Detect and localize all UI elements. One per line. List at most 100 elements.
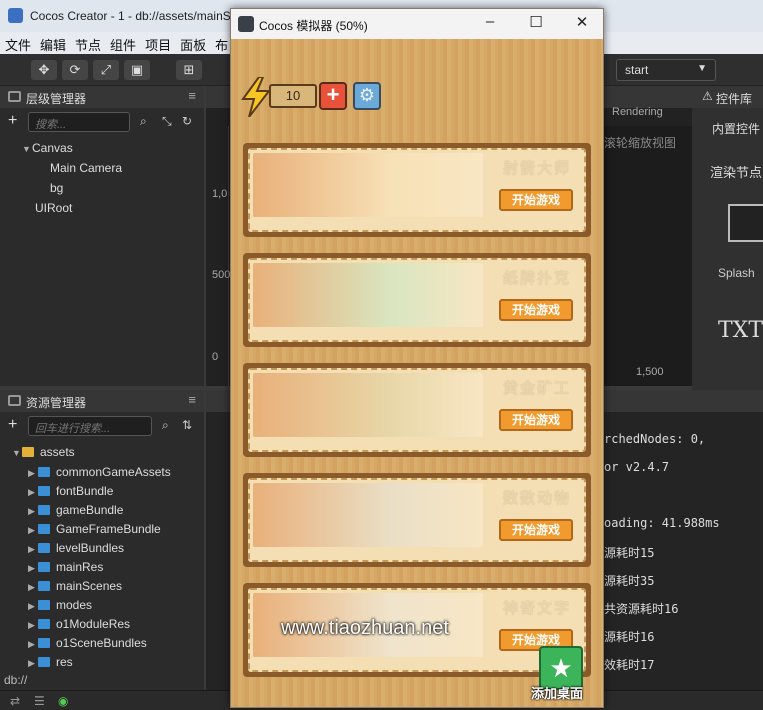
search-icon[interactable]: ⌕ bbox=[162, 418, 169, 433]
menu-layout[interactable]: 布 bbox=[210, 32, 232, 54]
splash-label: Splash bbox=[718, 266, 755, 280]
preview-status-icon: ◉ bbox=[58, 694, 69, 708]
console-line: or v2.4.7 bbox=[604, 460, 670, 474]
game-name: 黄金矿工 bbox=[502, 380, 571, 397]
folder-icon bbox=[38, 581, 50, 591]
game-card[interactable]: 纸牌扑克 开始游戏 bbox=[243, 253, 591, 347]
settings-gear-icon[interactable]: ⚙ bbox=[353, 82, 381, 110]
caret-right-icon: ▶ bbox=[28, 525, 35, 535]
asset-folder[interactable]: ▶ modes bbox=[28, 598, 92, 612]
sort-icon[interactable]: ⇅ bbox=[182, 418, 192, 432]
caret-right-icon: ▶ bbox=[28, 639, 35, 649]
game-thumbnail bbox=[253, 483, 483, 547]
start-game-button[interactable]: 开始游戏 bbox=[499, 409, 573, 431]
asset-folder[interactable]: ▶ o1SceneBundles bbox=[28, 636, 147, 650]
menu-panel[interactable]: 面板 bbox=[175, 32, 210, 54]
minimize-button[interactable]: – bbox=[475, 13, 505, 30]
widget-panel: ⚠ 控件库 内置控件 渲染节点 Splash TXT bbox=[692, 86, 763, 390]
asset-folder[interactable]: ▶ fontBundle bbox=[28, 484, 113, 498]
game-name: 射箭大师 bbox=[502, 160, 571, 177]
add-asset-icon[interactable]: + bbox=[8, 416, 17, 434]
asset-folder[interactable]: ▶ o1ModuleRes bbox=[28, 617, 130, 631]
menu-project[interactable]: 项目 bbox=[140, 32, 175, 54]
folder-icon bbox=[38, 619, 50, 629]
collapse-icon[interactable]: ⤡ bbox=[162, 114, 172, 129]
energy-count: 10 bbox=[269, 84, 317, 108]
pivot-tool-icon[interactable]: ⊞ bbox=[176, 60, 202, 80]
splash-icon[interactable] bbox=[728, 204, 763, 242]
game-card[interactable]: 射箭大师 开始游戏 bbox=[243, 143, 591, 237]
asset-folder[interactable]: ▶ res bbox=[28, 655, 73, 669]
rotate-tool-icon[interactable]: ⟳ bbox=[62, 60, 88, 80]
folder-icon bbox=[38, 562, 50, 572]
menu-icon[interactable]: ≡ bbox=[188, 88, 196, 103]
caret-right-icon: ▶ bbox=[28, 620, 35, 630]
asset-folder[interactable]: ▶ commonGameAssets bbox=[28, 465, 171, 479]
db-icon bbox=[22, 447, 34, 457]
game-view: 10 + ⚙ 射箭大师 开始游戏 纸牌扑克 开始游戏 黄金矿工 开始游戏 数数动物 开始游戏神… bbox=[231, 39, 603, 707]
start-scene-select[interactable]: start ▼ bbox=[616, 59, 716, 81]
game-name: 纸牌扑克 bbox=[502, 270, 571, 287]
lightning-icon bbox=[241, 77, 271, 117]
caret-right-icon: ▶ bbox=[28, 563, 35, 573]
asset-root[interactable]: ▼ assets bbox=[12, 445, 75, 459]
asset-folder[interactable]: ▶ GameFrameBundle bbox=[28, 522, 161, 536]
menu-edit[interactable]: 编辑 bbox=[35, 32, 70, 54]
zoom-hint: 滚轮缩放视图 bbox=[604, 136, 677, 150]
add-energy-button[interactable]: + bbox=[319, 82, 347, 110]
start-game-button[interactable]: 开始游戏 bbox=[499, 299, 573, 321]
rect-tool-icon[interactable]: ▣ bbox=[124, 60, 150, 80]
menu-node[interactable]: 节点 bbox=[70, 32, 105, 54]
tree-node-uiroot[interactable]: UIRoot bbox=[35, 201, 72, 215]
asset-folder[interactable]: ▶ mainRes bbox=[28, 560, 103, 574]
menu-file[interactable]: 文件 bbox=[0, 32, 35, 54]
tree-node-main-camera[interactable]: Main Camera bbox=[50, 161, 122, 175]
builtin-tab[interactable]: 内置控件 bbox=[712, 120, 760, 137]
console-line: 共资源耗时16 bbox=[604, 602, 679, 616]
game-thumbnail bbox=[253, 153, 483, 217]
console-line: oading: 41.988ms bbox=[604, 516, 720, 530]
menu-component[interactable]: 组件 bbox=[105, 32, 140, 54]
add-node-icon[interactable]: + bbox=[8, 112, 17, 130]
scale-tool-icon[interactable]: ⤢ bbox=[93, 60, 119, 80]
cocos-simulator-icon bbox=[238, 16, 254, 32]
folder-icon bbox=[38, 600, 50, 610]
sync-icon: ⇄ bbox=[10, 694, 21, 708]
start-game-button[interactable]: 开始游戏 bbox=[499, 189, 573, 211]
close-button[interactable]: ✕ bbox=[567, 13, 597, 31]
caret-right-icon: ▶ bbox=[28, 544, 35, 554]
y-label-2: 500 bbox=[212, 269, 231, 281]
rendering-label[interactable]: Rendering bbox=[612, 106, 663, 118]
menu-icon[interactable]: ≡ bbox=[188, 392, 196, 407]
caret-right-icon: ▶ bbox=[28, 487, 35, 497]
asset-folder[interactable]: ▶ gameBundle bbox=[28, 503, 123, 517]
txt-label[interactable]: TXT bbox=[718, 318, 763, 343]
asset-folder[interactable]: ▶ mainScenes bbox=[28, 579, 122, 593]
game-card[interactable]: 黄金矿工 开始游戏 bbox=[243, 363, 591, 457]
folder-icon bbox=[38, 524, 50, 534]
move-tool-icon[interactable]: ✥ bbox=[31, 60, 57, 80]
tree-node-canvas[interactable]: ▼Canvas bbox=[22, 141, 73, 155]
game-name: 数数动物 bbox=[502, 490, 571, 507]
maximize-button[interactable]: ☐ bbox=[521, 13, 551, 31]
start-game-button[interactable]: 开始游戏 bbox=[499, 519, 573, 541]
tree-node-bg[interactable]: bg bbox=[50, 181, 63, 195]
game-card[interactable]: 数数动物 开始游戏 bbox=[243, 473, 591, 567]
refresh-icon[interactable]: ↻ bbox=[182, 114, 192, 128]
simulator-titlebar: Cocos 模拟器 (50%) – ☐ ✕ bbox=[231, 9, 603, 39]
game-thumbnail bbox=[253, 263, 483, 327]
simulator-title: Cocos 模拟器 (50%) bbox=[259, 19, 368, 33]
caret-right-icon: ▶ bbox=[28, 658, 35, 668]
assets-path: db:// bbox=[4, 673, 28, 687]
caret-right-icon: ▶ bbox=[28, 582, 35, 592]
add-home-label: 添加桌面 bbox=[531, 686, 584, 701]
editor-title: Cocos Creator - 1 - db://assets/mainS bbox=[30, 9, 231, 23]
asset-folder[interactable]: ▶ levelBundles bbox=[28, 541, 124, 555]
hierarchy-search-input[interactable]: 搜索... bbox=[28, 112, 130, 132]
assets-search-input[interactable]: 回车进行搜索... bbox=[28, 416, 152, 436]
watermark: www.tiaozhuan.net bbox=[281, 617, 449, 639]
search-icon[interactable]: ⌕ bbox=[140, 114, 147, 129]
folder-icon bbox=[38, 467, 50, 477]
cocos-logo-icon bbox=[8, 8, 23, 23]
y-label-1: 1,0 bbox=[212, 188, 228, 200]
